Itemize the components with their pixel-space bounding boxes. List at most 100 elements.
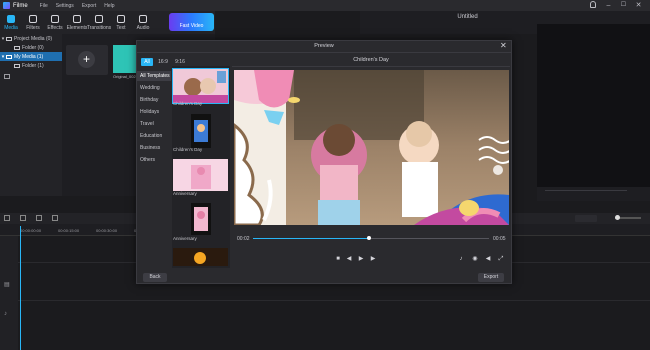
media-thumbnail[interactable] (113, 45, 138, 73)
template-thumbnail-image (173, 69, 228, 103)
tool-text[interactable]: Text (110, 11, 132, 34)
ratio-all-button[interactable]: All (141, 58, 153, 66)
folder-icon (6, 54, 12, 59)
category-all-templates[interactable]: All Templates (137, 71, 171, 81)
category-travel[interactable]: Travel (137, 119, 171, 129)
preview-seek-knob[interactable] (366, 236, 371, 240)
preview-illustration (234, 70, 509, 225)
category-education[interactable]: Education (137, 131, 171, 141)
audio-icon (139, 14, 147, 23)
audio-track-icon: ♪ (4, 311, 7, 317)
tool-effects[interactable]: Effects (44, 11, 66, 34)
fullscreen-icon[interactable]: ⤢ (497, 255, 505, 263)
volume-icon[interactable]: ◀ (484, 255, 492, 263)
timeline-tick-label: 00:00:30:00 (96, 228, 118, 233)
category-others[interactable]: Others (137, 155, 171, 165)
import-folder-icon[interactable] (4, 74, 10, 79)
tree-project-media-label: Project Media (0) (14, 35, 53, 42)
category-business[interactable]: Business (137, 143, 171, 153)
split-icon[interactable] (52, 215, 58, 221)
playhead[interactable] (20, 226, 21, 350)
template-label: Children's Day (173, 101, 203, 106)
dialog-close-icon[interactable]: ✕ (500, 41, 507, 50)
prev-frame-icon[interactable]: ◀ (345, 255, 353, 263)
snapshot-icon[interactable]: ◉ (471, 255, 479, 263)
minimize-button[interactable]: – (603, 1, 614, 10)
project-panel: ▾ Project Media (0) Folder (0) ▾ My Media … (0, 34, 62, 196)
total-time: 00:05 (493, 236, 506, 242)
timeline-tick-label: 00:00:00:00 (20, 228, 42, 233)
category-birthday[interactable]: Birthday (137, 95, 171, 105)
stop-icon[interactable]: ■ (334, 255, 342, 263)
export-button[interactable]: Export (478, 273, 504, 282)
ratio-16-9-button[interactable]: 16:9 (157, 58, 169, 66)
template-thumbnail-image (191, 203, 211, 235)
tree-folder-0-label: Folder (0) (22, 44, 44, 51)
template-thumbnail[interactable] (172, 68, 229, 104)
template-thumbnail[interactable] (173, 159, 228, 193)
account-icon[interactable] (590, 1, 596, 8)
menu-export[interactable]: Export (82, 3, 96, 9)
back-button[interactable]: Back (143, 273, 167, 282)
preview-template-title: Children's Day (353, 57, 389, 63)
preview-canvas (537, 24, 650, 187)
tool-media[interactable]: Media (0, 11, 22, 34)
menu-file[interactable]: File (40, 3, 48, 9)
title-bar: Filme File Settings Export Help (0, 0, 650, 11)
tree-folder-1[interactable]: Folder (1) (0, 61, 62, 70)
tree-my-media[interactable]: ▾ My Media (1) (0, 52, 62, 61)
fast-video-button[interactable]: Fast Video (169, 13, 214, 31)
tool-text-label: Text (116, 24, 126, 31)
tool-transitions-label: Transitions (86, 24, 112, 31)
effects-icon (51, 14, 59, 23)
template-thumbnail-image (173, 248, 228, 266)
undo-icon[interactable] (4, 215, 10, 221)
tool-audio-label: Audio (136, 24, 150, 31)
menu-help[interactable]: Help (104, 3, 114, 9)
track-separator (18, 300, 650, 301)
text-icon (117, 14, 125, 23)
add-media-button[interactable]: + (78, 51, 95, 68)
category-holidays[interactable]: Holidays (137, 107, 171, 117)
play-icon[interactable]: ▶ (357, 255, 365, 263)
delete-icon[interactable] (36, 215, 42, 221)
dialog-divider (137, 52, 511, 53)
zoom-slider-knob[interactable] (615, 215, 620, 220)
menu-settings[interactable]: Settings (56, 3, 74, 9)
timeline-mode-button[interactable] (575, 215, 597, 222)
current-time: 00:02 (237, 236, 250, 242)
tree-folder-1-label: Folder (1) (22, 62, 44, 69)
tool-filters[interactable]: Filters (22, 11, 44, 34)
track-headers (0, 236, 18, 350)
preview-progress[interactable] (545, 190, 627, 191)
tool-effects-label: Effects (47, 24, 63, 31)
tool-transitions[interactable]: Transitions (86, 11, 112, 34)
template-label: Children's Day (173, 147, 203, 152)
category-wedding[interactable]: Wedding (137, 83, 171, 93)
preview-seek-progress (253, 238, 369, 239)
tree-project-media[interactable]: ▾ Project Media (0) (0, 34, 62, 43)
close-window-button[interactable]: ✕ (633, 1, 644, 10)
tool-elements[interactable]: Elements (66, 11, 88, 34)
template-thumbnail[interactable] (173, 248, 228, 266)
redo-icon[interactable] (20, 215, 26, 221)
timeline-tick-label: 00:00:15:00 (58, 228, 80, 233)
next-frame-icon[interactable]: ▶ (369, 255, 377, 263)
dialog-title: Preview (314, 43, 334, 49)
template-thumbnail-image (173, 159, 228, 191)
tool-audio[interactable]: Audio (132, 11, 154, 34)
template-thumbnail-image (191, 114, 211, 148)
tool-media-label: Media (4, 24, 18, 31)
template-thumbnail[interactable] (191, 203, 211, 237)
preview-divider (232, 66, 510, 67)
template-thumbnail[interactable] (191, 114, 211, 148)
media-icon (7, 14, 15, 23)
music-icon[interactable]: ♪ (457, 255, 465, 263)
maximize-button[interactable]: ☐ (618, 1, 629, 10)
filters-icon (29, 14, 37, 23)
fast-video-label: Fast Video (179, 23, 204, 29)
template-preview-image (234, 70, 509, 225)
app-name: Filme (13, 2, 28, 9)
tree-folder-0[interactable]: Folder (0) (0, 43, 62, 52)
ratio-9-16-button[interactable]: 9:16 (174, 58, 186, 66)
